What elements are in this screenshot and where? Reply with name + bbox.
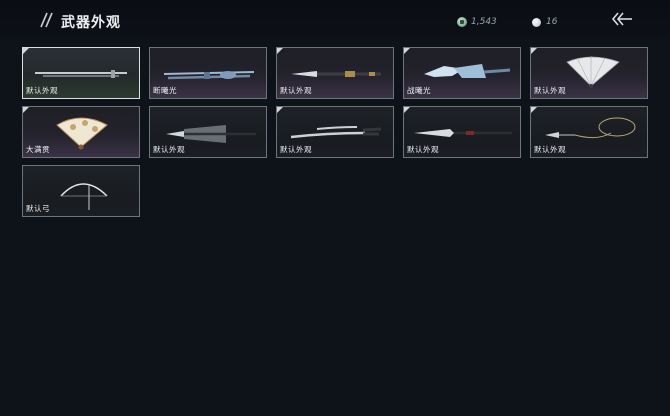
card-label: 战曦光 <box>407 86 431 95</box>
card-label: 大满贯 <box>26 145 50 154</box>
card-label: 默认外观 <box>534 145 566 154</box>
weapon-card-tasseled-spear[interactable]: 默认外观 <box>149 106 267 158</box>
weapon-card-glaive[interactable]: 默认外观 <box>403 106 521 158</box>
card-label: 默认外观 <box>26 86 58 95</box>
card-label: 默认外观 <box>407 145 439 154</box>
weapon-card-crystal-blade[interactable]: 战曦光 <box>403 47 521 99</box>
pearl-icon <box>532 18 541 27</box>
card-label: 断曦光 <box>153 86 177 95</box>
pearl-amount: 16 <box>546 17 558 27</box>
weapon-card-sword[interactable]: 默认外观 <box>22 47 140 99</box>
card-label: 默认外观 <box>153 145 185 154</box>
weapon-card-bow[interactable]: 默认弓 <box>22 165 140 217</box>
weapon-card-ornate-sword[interactable]: 断曦光 <box>149 47 267 99</box>
weapon-card-ornate-fan[interactable]: 大满贯 <box>22 106 140 158</box>
weapon-card-spear[interactable]: 默认外观 <box>276 47 394 99</box>
top-bar: 武器外观 1,543 16 <box>0 0 670 40</box>
card-label: 默认外观 <box>280 86 312 95</box>
page-title: 武器外观 <box>61 15 121 31</box>
card-label: 默认外观 <box>280 145 312 154</box>
card-label: 默认弓 <box>26 204 50 213</box>
card-label: 默认外观 <box>534 86 566 95</box>
weapon-card-folding-fan[interactable]: 默认外观 <box>530 47 648 99</box>
jade-coin-icon <box>457 17 467 27</box>
weapon-card-rope-dart[interactable]: 默认外观 <box>530 106 648 158</box>
coin-amount: 1,543 <box>471 17 497 27</box>
back-arrow-icon[interactable] <box>610 10 634 28</box>
weapon-card-dual-blades[interactable]: 默认外观 <box>276 106 394 158</box>
double-slash-icon <box>40 12 53 28</box>
